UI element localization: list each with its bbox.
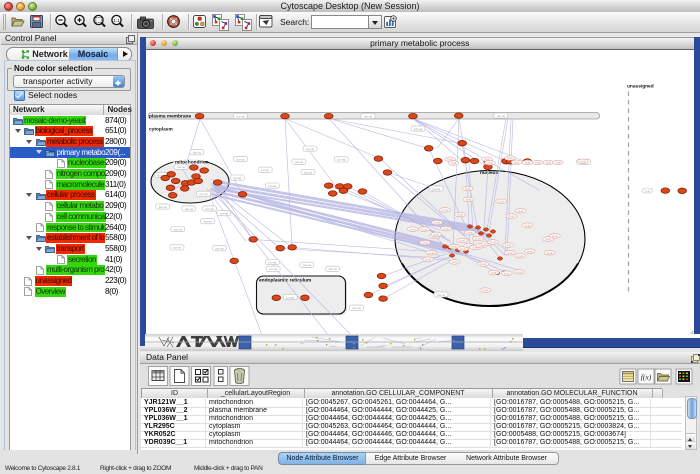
svg-text:(x-a): (x-a)	[442, 208, 447, 212]
svg-text:plasma membrane: plasma membrane	[149, 113, 191, 119]
svg-text:(x-a): (x-a)	[525, 160, 530, 164]
svg-text:(x-a): (x-a)	[545, 237, 550, 241]
svg-text:(x-a): (x-a)	[580, 159, 585, 163]
svg-text:(x-a): (x-a)	[428, 250, 433, 254]
svg-text:unassigned: unassigned	[627, 83, 654, 89]
svg-text:(x-a): (x-a)	[422, 240, 427, 244]
svg-text:(x-a): (x-a)	[451, 161, 456, 165]
svg-text:(x-a): (x-a)	[457, 212, 462, 216]
svg-text:(un-a): (un-a)	[497, 113, 505, 117]
svg-text:(un-a): (un-a)	[177, 165, 185, 169]
svg-text:(un-a): (un-a)	[329, 267, 337, 271]
svg-text:(x-a): (x-a)	[517, 253, 522, 257]
svg-text:(un-a): (un-a)	[204, 219, 212, 223]
svg-text:(x-a): (x-a)	[516, 269, 521, 273]
svg-text:(x-a): (x-a)	[459, 238, 464, 242]
svg-text:(un-a): (un-a)	[304, 170, 312, 174]
svg-text:(un-a): (un-a)	[437, 292, 445, 296]
svg-text:(un-a): (un-a)	[414, 126, 422, 130]
svg-text:(x-a): (x-a)	[506, 243, 511, 247]
svg-text:(x-a): (x-a)	[466, 197, 471, 201]
svg-text:(x-a): (x-a)	[547, 250, 552, 254]
svg-text:(x-a): (x-a)	[509, 214, 514, 218]
svg-text:(x-a): (x-a)	[475, 236, 480, 240]
svg-text:(x-a): (x-a)	[434, 232, 439, 236]
svg-text:(x-a): (x-a)	[467, 230, 472, 234]
svg-text:(un-a): (un-a)	[337, 157, 345, 161]
svg-text:(un-a): (un-a)	[193, 150, 201, 154]
svg-text:(un-a): (un-a)	[173, 245, 181, 249]
svg-text:(un-a): (un-a)	[295, 160, 303, 164]
svg-text:(un-a): (un-a)	[233, 175, 241, 179]
svg-text:(un-a): (un-a)	[306, 146, 314, 150]
svg-text:(x-a): (x-a)	[487, 160, 492, 164]
svg-text:(x-a): (x-a)	[451, 244, 456, 248]
svg-text:cytoplasm: cytoplasm	[149, 126, 173, 132]
svg-text:nucleus: nucleus	[480, 170, 498, 176]
svg-text:(un-a): (un-a)	[185, 206, 193, 210]
svg-text:(un-a): (un-a)	[261, 168, 269, 172]
svg-text:(x-a): (x-a)	[425, 257, 430, 261]
svg-text:(un-a): (un-a)	[303, 263, 311, 267]
svg-text:(un-a): (un-a)	[215, 246, 223, 250]
svg-text:(x-a): (x-a)	[535, 160, 540, 164]
svg-text:(un-a): (un-a)	[174, 227, 182, 231]
svg-text:(un-a): (un-a)	[236, 114, 244, 118]
svg-text:(x-a): (x-a)	[555, 160, 560, 164]
svg-text:(un-a): (un-a)	[286, 295, 294, 299]
svg-text:(x-a): (x-a)	[527, 249, 532, 253]
svg-text:(x-a): (x-a)	[480, 262, 485, 266]
svg-text:(x-a): (x-a)	[507, 250, 512, 254]
svg-text:(un-a): (un-a)	[364, 114, 372, 118]
svg-text:(x-a): (x-a)	[546, 160, 551, 164]
svg-text:(un-a): (un-a)	[220, 211, 228, 215]
svg-text:(un-a): (un-a)	[269, 267, 277, 271]
svg-text:(x-a): (x-a)	[443, 226, 448, 230]
svg-text:(x-a): (x-a)	[452, 260, 457, 264]
svg-text:(x-a): (x-a)	[499, 199, 504, 203]
svg-text:(un-a): (un-a)	[432, 186, 440, 190]
svg-text:(x-a): (x-a)	[490, 240, 495, 244]
svg-text:(un-a): (un-a)	[268, 183, 276, 187]
svg-text:(un-a): (un-a)	[236, 157, 244, 161]
svg-text:(x-a): (x-a)	[514, 160, 519, 164]
svg-text:(x-a): (x-a)	[645, 188, 650, 192]
svg-text:(x-a): (x-a)	[552, 234, 557, 238]
svg-text:(un-a): (un-a)	[199, 192, 207, 196]
svg-text:(x-a): (x-a)	[410, 227, 415, 231]
svg-text:(x-a): (x-a)	[507, 156, 512, 160]
svg-text:(x-a): (x-a)	[491, 270, 496, 274]
svg-text:(x-a): (x-a)	[518, 208, 523, 212]
svg-text:(x-a): (x-a)	[483, 288, 488, 292]
svg-text:(x-a): (x-a)	[504, 271, 509, 275]
svg-text:(un-a): (un-a)	[205, 206, 213, 210]
svg-text:(x-a): (x-a)	[525, 223, 530, 227]
svg-text:1:1: 1:1	[113, 18, 120, 23]
svg-text:f(x): f(x)	[641, 373, 652, 382]
svg-text:(un-a): (un-a)	[268, 260, 276, 264]
svg-text:(un-a): (un-a)	[352, 306, 360, 310]
svg-text:(un-a): (un-a)	[159, 204, 167, 208]
svg-text:(x-a): (x-a)	[465, 186, 470, 190]
svg-text:(x-a): (x-a)	[434, 220, 439, 224]
svg-text:(x-a): (x-a)	[421, 227, 426, 231]
